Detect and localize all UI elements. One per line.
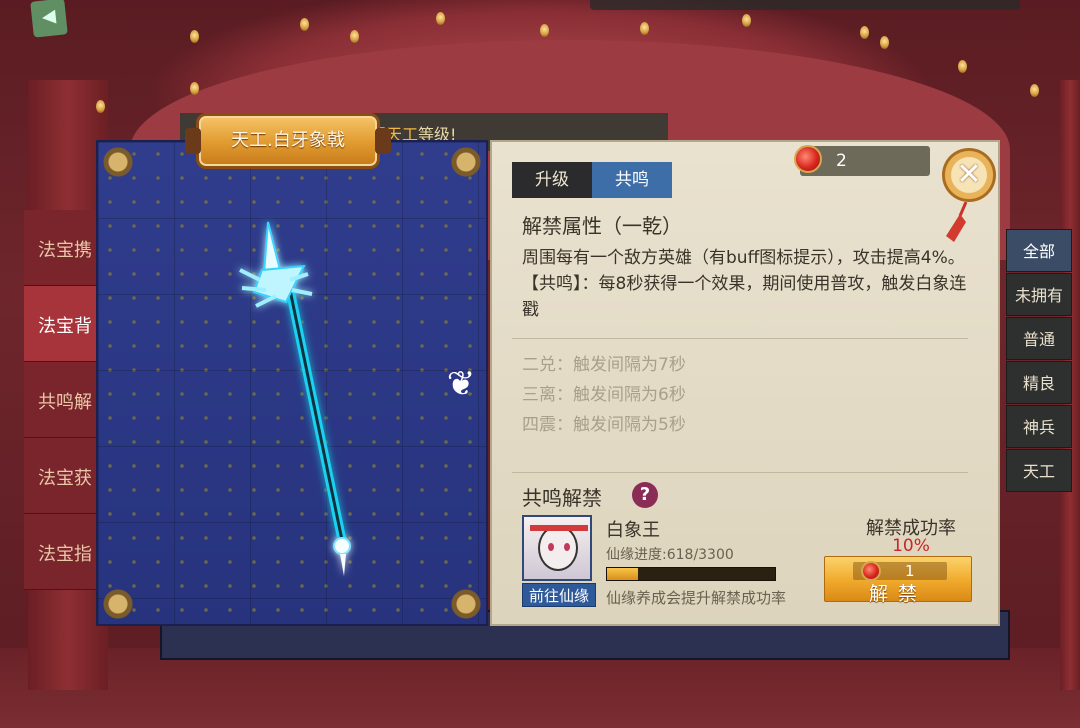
filter-tab-unowned[interactable]: 未拥有 <box>1006 273 1072 316</box>
filter-tabs: 全部 未拥有 普通 精良 神兵 天工 <box>1006 229 1072 493</box>
lamp-decoration <box>350 30 359 43</box>
spear-weapon-icon <box>239 221 351 576</box>
tassel-icon <box>946 202 968 242</box>
unseal-cost: 1 <box>853 561 947 581</box>
top-resource-bar <box>590 0 1020 10</box>
divider <box>512 338 968 339</box>
lamp-decoration <box>860 26 869 39</box>
unseal-cost-count: 1 <box>905 562 915 580</box>
lamp-decoration <box>540 24 549 37</box>
avatar-headband <box>530 525 588 531</box>
left-nav-label: 法宝背 <box>38 316 92 337</box>
red-gem-icon <box>861 561 881 581</box>
unseal-button[interactable]: 1 解禁 <box>824 556 972 605</box>
red-gem-icon <box>794 145 822 173</box>
left-nav-label: 共鸣解 <box>38 392 92 413</box>
lamp-decoration <box>436 12 445 25</box>
background-floor <box>0 648 1080 728</box>
currency-count: 2 <box>836 151 847 171</box>
affinity-tip: 仙缘养成会提升解禁成功率 <box>606 589 787 607</box>
filter-tab-all[interactable]: 全部 <box>1006 229 1072 272</box>
affinity-progress-fill <box>607 568 639 580</box>
corner-ornament-icon <box>96 582 140 626</box>
ability-description: 周围每有一个敌方英雄（有buff图标提示），攻击提高4%。【共鸣】：每8秒获得一… <box>522 248 967 320</box>
tier-item: 四震：触发间隔为5秒 <box>522 415 686 435</box>
lamp-decoration <box>190 30 199 43</box>
affinity-progress-bar <box>606 567 776 581</box>
hero-avatar[interactable] <box>522 515 592 581</box>
lamp-decoration <box>640 22 649 35</box>
lamp-decoration <box>1030 84 1039 97</box>
unseal-label: 解禁 <box>868 583 927 605</box>
weapon-title-plaque: 天工.白牙象戟 <box>185 113 391 169</box>
filter-tab-normal[interactable]: 普通 <box>1006 317 1072 360</box>
filter-tab-divine[interactable]: 神兵 <box>1006 405 1072 448</box>
corner-ornament-icon <box>444 140 488 184</box>
close-button[interactable]: ✕ <box>942 148 996 202</box>
corner-ornament-icon <box>444 582 488 626</box>
lamp-decoration <box>190 82 199 95</box>
corner-ornament-icon <box>96 140 140 184</box>
lamp-decoration <box>300 18 309 31</box>
help-icon[interactable]: ? <box>632 482 658 508</box>
hero-name: 白象王 <box>606 520 660 541</box>
avatar-eye <box>564 543 570 551</box>
close-icon: ✕ <box>956 157 982 192</box>
tab-upgrade[interactable]: 升级 <box>512 162 592 198</box>
lamp-decoration <box>742 14 751 27</box>
lamp-decoration <box>880 36 889 49</box>
divider <box>512 472 968 473</box>
filter-tab-tiangong[interactable]: 天工 <box>1006 449 1072 492</box>
info-tabs: 升级 共鸣 <box>512 162 672 198</box>
left-nav-label: 法宝指 <box>38 544 92 565</box>
left-nav-label: 法宝携 <box>38 240 92 261</box>
success-rate-value: 10% <box>892 536 930 556</box>
affinity-progress-text: 仙缘进度:618/3300 <box>606 547 734 563</box>
tier-item: 三离：触发间隔为6秒 <box>522 385 686 405</box>
avatar-face <box>538 525 578 571</box>
tier-item: 二兑：触发间隔为7秒 <box>522 355 686 375</box>
filter-tab-fine[interactable]: 精良 <box>1006 361 1072 404</box>
lamp-decoration <box>958 60 967 73</box>
avatar-eye <box>548 543 554 551</box>
info-panel: 升级 共鸣 2 ✕ 解禁属性（一乾） 周围每有一个敌方英雄（有buff图标提示）… <box>490 140 1000 626</box>
tier-list: 二兑：触发间隔为7秒 三离：触发间隔为6秒 四震：触发间隔为5秒 <box>522 350 686 440</box>
section-title: 解禁属性（一乾） <box>522 214 682 238</box>
resonance-title: 共鸣解禁 <box>522 486 602 510</box>
lamp-decoration <box>96 100 105 113</box>
back-corner-button[interactable]: ◀ <box>30 0 68 38</box>
goto-affinity-button[interactable]: 前往仙缘 <box>522 583 596 607</box>
next-weapon-wing-icon[interactable]: ❦ <box>444 360 478 408</box>
currency-bar: 2 <box>794 145 930 176</box>
tab-resonance[interactable]: 共鸣 <box>592 162 672 198</box>
left-nav-label: 法宝获 <box>38 468 92 489</box>
